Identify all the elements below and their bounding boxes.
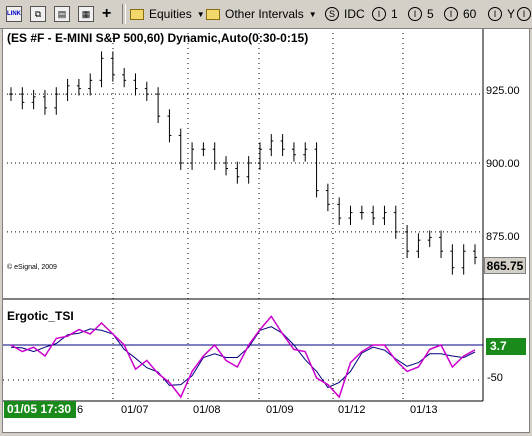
- copyright: © eSignal, 2009: [7, 264, 57, 271]
- toolbar: LINK ⧉ ▤ ▦ + Equities ▼ Other Intervals …: [0, 0, 532, 29]
- chart-title: (ES #F - E-MINI S&P 500,60) Dynamic,Auto…: [7, 31, 309, 45]
- interval-icon: I: [408, 7, 422, 21]
- equities-label: Equities: [149, 7, 192, 21]
- save-icon[interactable]: ▦: [78, 3, 94, 25]
- price-label-900: 900.00: [486, 158, 520, 170]
- duplicate-glyph: ⧉: [30, 6, 46, 22]
- chart-window[interactable]: (ES #F - E-MINI S&P 500,60) Dynamic,Auto…: [2, 28, 530, 433]
- chevron-down-icon: ▼: [308, 9, 317, 19]
- tsi-line: [10, 315, 476, 399]
- intervals-dropdown[interactable]: Other Intervals ▼: [206, 3, 317, 25]
- interval-icon: I: [517, 7, 531, 21]
- interval-icon: S: [325, 7, 339, 21]
- save-glyph: ▦: [78, 6, 94, 22]
- interval-y-label: Y: [507, 7, 516, 21]
- link-icon[interactable]: LINK: [6, 3, 22, 25]
- interval-icon: I: [488, 7, 502, 21]
- interval-1-label: 1: [391, 7, 398, 21]
- x-label-first: 6: [77, 404, 84, 416]
- idc-label: IDC: [344, 7, 365, 21]
- layout-glyph: ▤: [54, 6, 70, 22]
- interval-d-button[interactable]: I: [517, 3, 532, 25]
- indicator-level-label: -50: [487, 372, 503, 384]
- equities-dropdown[interactable]: Equities ▼: [130, 3, 205, 25]
- indicator-title: Ergotic_TSI: [7, 309, 74, 323]
- interval-60-button[interactable]: I 60: [444, 3, 476, 25]
- folder-icon: [206, 8, 220, 20]
- add-icon[interactable]: +: [102, 3, 111, 25]
- x-label-0109: 01/09: [266, 404, 294, 416]
- interval-icon: I: [372, 7, 386, 21]
- price-label-875: 875.00: [486, 231, 520, 243]
- interval-60-label: 60: [463, 7, 477, 21]
- interval-y-button[interactable]: IY: [488, 3, 515, 25]
- divider: [122, 4, 126, 24]
- idc-button[interactable]: S IDC: [325, 3, 365, 25]
- intervals-label: Other Intervals: [225, 7, 304, 21]
- folder-icon: [130, 8, 144, 20]
- x-label-0112: 01/12: [338, 404, 366, 416]
- price-label-925: 925.00: [486, 85, 520, 97]
- duplicate-icon[interactable]: ⧉: [30, 3, 46, 25]
- layout-icon[interactable]: ▤: [54, 3, 70, 25]
- x-label-0113: 01/13: [410, 404, 438, 416]
- interval-icon: I: [444, 7, 458, 21]
- interval-5-label: 5: [427, 7, 434, 21]
- x-label-0108: 01/08: [193, 404, 221, 416]
- link-icon-label: LINK: [6, 6, 22, 22]
- interval-5-button[interactable]: I5: [408, 3, 434, 25]
- cursor-date-box: 01/05 17:30: [4, 401, 76, 418]
- chevron-down-icon: ▼: [196, 9, 205, 19]
- last-price-box: 865.75: [484, 257, 526, 274]
- chart-canvas[interactable]: [3, 29, 529, 432]
- x-label-0107: 01/07: [121, 404, 149, 416]
- indicator-value-box: 3.7: [486, 338, 526, 355]
- interval-1-button[interactable]: I1: [372, 3, 398, 25]
